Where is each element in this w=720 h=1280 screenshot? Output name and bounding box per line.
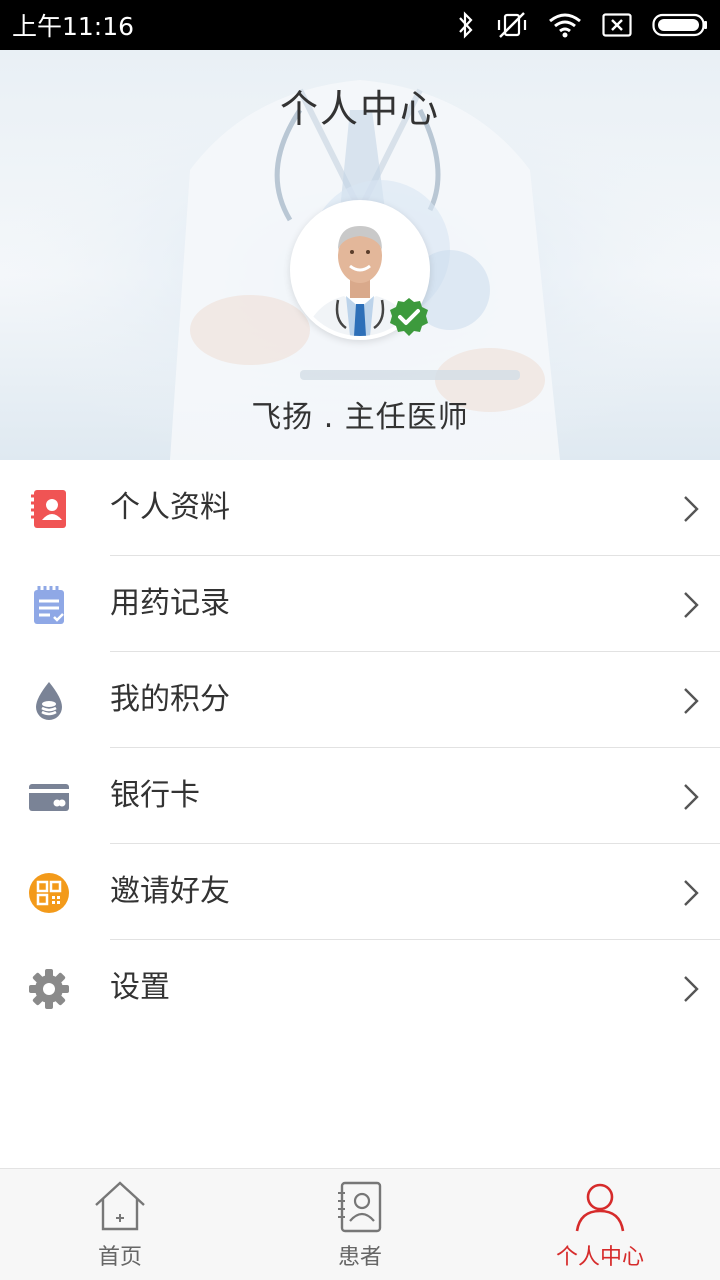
nav-tab-patients[interactable]: 患者 [240, 1169, 480, 1280]
battery-icon [652, 13, 708, 37]
menu-list: 个人资料 用药记录 我的积分 银行卡 邀请好友 设置 [0, 460, 720, 1036]
status-time: 上午11:16 [12, 12, 135, 41]
bottom-nav: 首页 患者 个人中心 [0, 1168, 720, 1280]
menu-item-invite-friends[interactable]: 邀请好友 [0, 844, 720, 940]
person-icon [572, 1179, 628, 1235]
vibrate-off-icon [496, 11, 528, 39]
menu-item-personal-info[interactable]: 个人资料 [0, 460, 720, 556]
check-badge-icon [388, 296, 430, 338]
doctor-name: 飞扬 . 主任医师 [251, 400, 469, 435]
page-title: 个人中心 [279, 87, 440, 131]
menu-item-medication-records[interactable]: 用药记录 [0, 556, 720, 652]
menu-item-label: 银行卡 [110, 778, 200, 813]
sim-none-icon [602, 13, 632, 37]
nav-tab-personal-center[interactable]: 个人中心 [480, 1169, 720, 1280]
chevron-right-icon [682, 590, 700, 620]
status-icons [456, 11, 708, 39]
qr-code-icon [28, 872, 70, 914]
chevron-right-icon [682, 878, 700, 908]
status-bar: 上午11:16 [0, 0, 720, 50]
menu-item-my-points[interactable]: 我的积分 [0, 652, 720, 748]
menu-item-settings[interactable]: 设置 [0, 940, 720, 1036]
home-icon [92, 1179, 148, 1235]
nav-label: 首页 [97, 1245, 142, 1270]
points-drop-icon [28, 680, 70, 722]
profile-header: 个人中心 飞扬 . 主任医师 [0, 50, 720, 460]
menu-item-label: 设置 [110, 970, 170, 1005]
chevron-right-icon [682, 782, 700, 812]
avatar-container[interactable] [290, 200, 430, 340]
nav-label: 患者 [337, 1245, 382, 1270]
gear-icon [28, 968, 70, 1010]
menu-item-label: 我的积分 [110, 682, 230, 717]
menu-item-label: 邀请好友 [110, 874, 230, 909]
screen: 上午11:16 个人中心 飞扬 . 主任医师 个人资料 用药记录 我的积分 银行… [0, 0, 720, 1280]
chevron-right-icon [682, 494, 700, 524]
clipboard-icon [28, 584, 70, 626]
nav-label: 个人中心 [555, 1245, 644, 1270]
wifi-icon [548, 12, 582, 38]
bank-card-icon [28, 776, 70, 818]
profile-card-icon [28, 488, 70, 530]
chevron-right-icon [682, 686, 700, 716]
menu-item-label: 个人资料 [110, 490, 230, 525]
nav-tab-home[interactable]: 首页 [0, 1169, 240, 1280]
bluetooth-icon [456, 11, 476, 39]
patient-contacts-icon [332, 1179, 388, 1235]
chevron-right-icon [682, 974, 700, 1004]
menu-item-label: 用药记录 [110, 586, 230, 621]
menu-item-bank-card[interactable]: 银行卡 [0, 748, 720, 844]
